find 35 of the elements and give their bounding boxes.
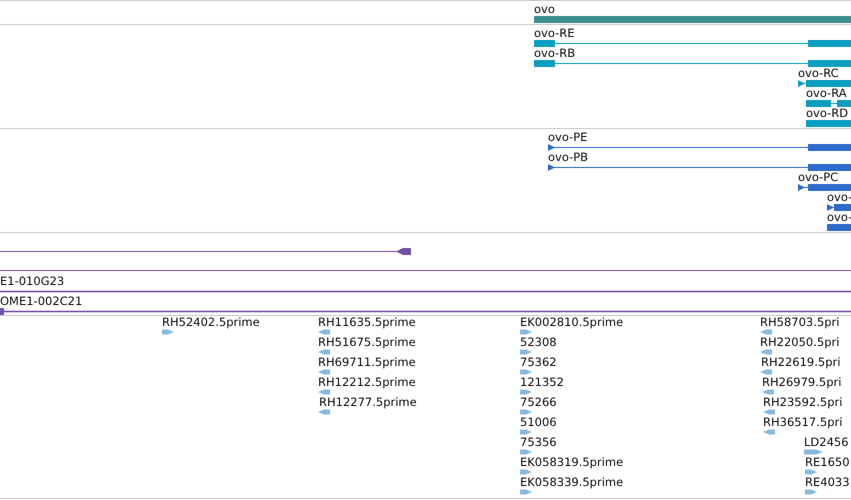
feature-label: 51006 <box>520 415 557 429</box>
feature-label: OME1-002C21 <box>0 294 82 308</box>
feature-label: RH23592.5pri <box>763 395 842 409</box>
feature-label: 75356 <box>520 435 557 449</box>
feature-label: ovo <box>534 2 555 16</box>
feature-label: RH36517.5pri <box>763 415 842 429</box>
feature-label: ovo-RC <box>798 66 839 80</box>
feature-label: RH12277.5prime <box>319 395 417 409</box>
feature-label: LD2456 <box>804 435 849 449</box>
feature-label: ovo-PB <box>548 150 588 164</box>
feature-label: RH69711.5prime <box>318 355 416 369</box>
feature-label: EK002810.5prime <box>520 316 624 329</box>
feature-label: RH52402.5prime <box>162 316 260 329</box>
feature-label: ovo-RE <box>534 26 574 40</box>
feature-label: ovo-RD <box>806 106 848 120</box>
feature-label: RE4033 <box>805 475 850 489</box>
feature-label: RH26979.5pri <box>762 375 842 389</box>
feature-label: RH12212.5prime <box>318 375 416 389</box>
feature-label: ovo-PC <box>798 170 838 184</box>
feature-label: ovo-RB <box>534 46 576 60</box>
feature-label: 52308 <box>520 335 557 349</box>
feature-label: RE1650 <box>805 455 850 469</box>
feature-label: 121352 <box>520 375 564 389</box>
feature-label: 75266 <box>520 395 557 409</box>
feature-label: RH58703.5pri <box>760 316 840 329</box>
feature-label: E1-010G23 <box>0 274 64 288</box>
feature-label: EK058339.5prime <box>520 475 624 489</box>
feature-label: EK058319.5prime <box>520 455 624 469</box>
feature-label: ovo-PE <box>548 130 588 144</box>
feature-label: RH22619.5pri <box>761 355 840 369</box>
feature-label: ovo-RA <box>806 86 847 100</box>
feature-label: 75362 <box>520 355 557 369</box>
feature-label: RH22050.5pri <box>760 335 840 349</box>
feature-label: RH51675.5prime <box>318 335 416 349</box>
feature-label: RH11635.5prime <box>318 316 416 329</box>
